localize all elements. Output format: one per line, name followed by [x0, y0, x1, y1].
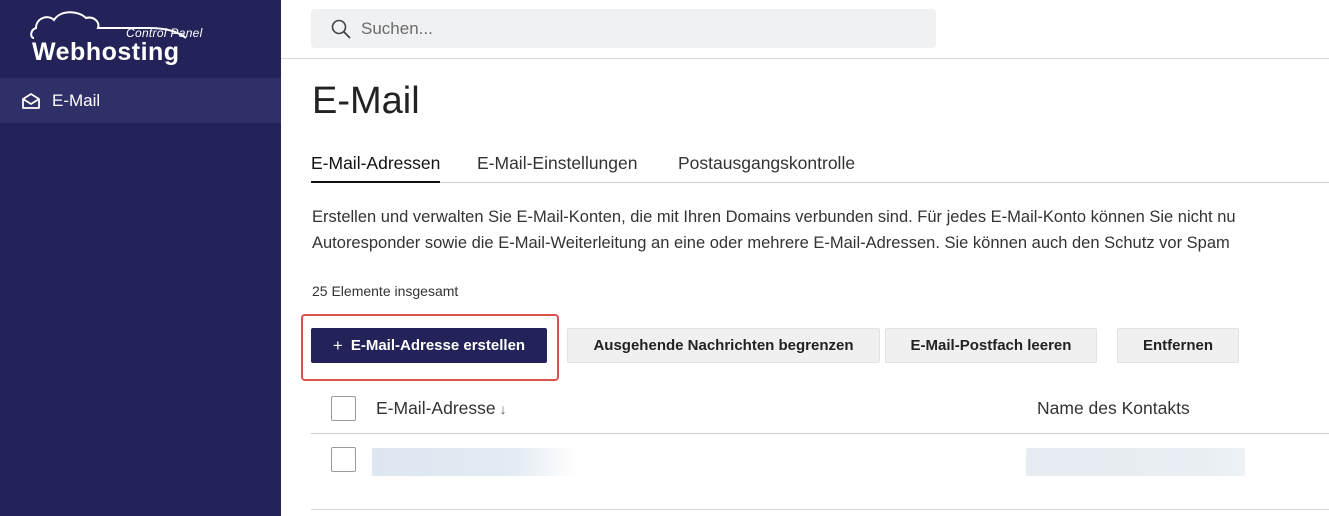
search-input[interactable]: [361, 18, 861, 39]
brand-name: Webhosting: [32, 38, 180, 66]
tab-email-addresses[interactable]: E-Mail-Adressen: [311, 153, 441, 183]
description-line-1: Erstellen und verwalten Sie E-Mail-Konte…: [312, 208, 1236, 226]
search-bar[interactable]: [311, 9, 936, 48]
row-checkbox[interactable]: [331, 447, 356, 472]
envelope-open-icon: [21, 92, 43, 110]
tab-bar: E-Mail-Adressen E-Mail-Einstellungen Pos…: [311, 153, 1329, 183]
sort-arrow-down-icon: ↓: [499, 401, 507, 417]
remove-button[interactable]: Entfernen: [1117, 328, 1239, 363]
header-divider: [281, 58, 1329, 59]
redacted-email-address: [372, 448, 577, 476]
description-line-2: Autoresponder sowie die E-Mail-Weiterlei…: [312, 234, 1230, 252]
column-email-address[interactable]: E-Mail-Adresse ↓: [376, 398, 507, 419]
sidebar-item-label: E-Mail: [52, 90, 101, 110]
page-title: E-Mail: [312, 80, 420, 122]
table-row[interactable]: [311, 434, 1329, 510]
page-description: Erstellen und verwalten Sie E-Mail-Konte…: [312, 204, 1329, 256]
column-email-address-label: E-Mail-Adresse: [376, 398, 496, 418]
create-email-button[interactable]: + E-Mail-Adresse erstellen: [311, 328, 547, 363]
column-contact-name[interactable]: Name des Kontakts: [1037, 398, 1190, 419]
tab-outgoing-control[interactable]: Postausgangskontrolle: [678, 153, 855, 181]
plus-icon: +: [332, 335, 343, 355]
search-icon: [331, 19, 351, 39]
empty-mailbox-button[interactable]: E-Mail-Postfach leeren: [885, 328, 1097, 363]
sidebar-item-email[interactable]: E-Mail: [0, 78, 281, 123]
create-email-label: E-Mail-Adresse erstellen: [350, 337, 526, 354]
tab-email-settings[interactable]: E-Mail-Einstellungen: [477, 153, 638, 181]
sidebar: Control Panel Webhosting E-Mail: [0, 0, 281, 516]
table-header: E-Mail-Adresse ↓ Name des Kontakts: [311, 389, 1329, 434]
limit-outgoing-button[interactable]: Ausgehende Nachrichten begrenzen: [567, 328, 880, 363]
redacted-contact-name: [1026, 448, 1245, 476]
item-count: 25 Elemente insgesamt: [312, 283, 459, 299]
select-all-checkbox[interactable]: [331, 396, 356, 421]
brand-logo[interactable]: Control Panel Webhosting: [28, 8, 208, 70]
